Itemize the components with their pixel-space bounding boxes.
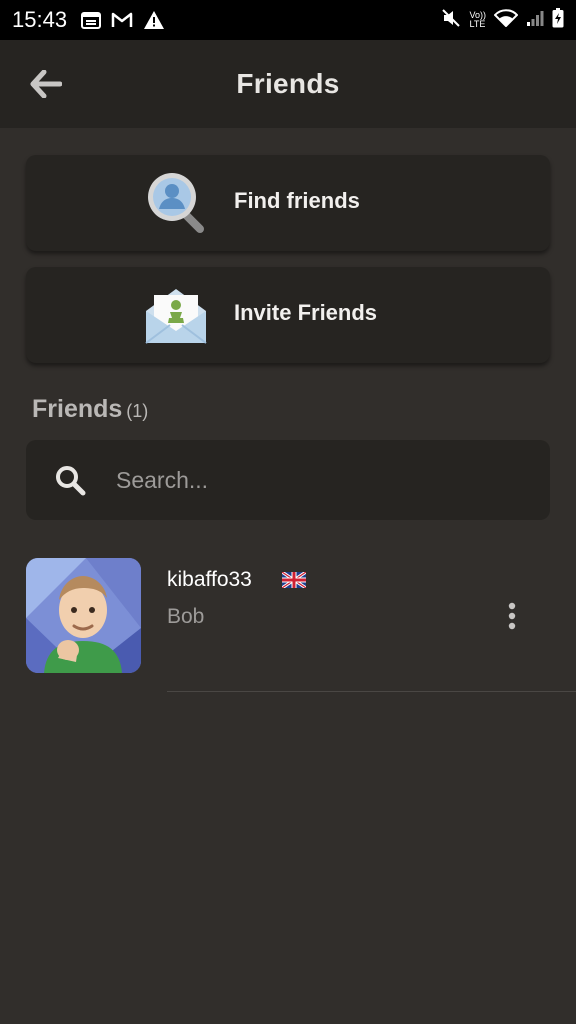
friend-username: kibaffo33 [167,568,252,591]
app-bar: Friends [0,40,576,128]
avatar[interactable] [26,558,141,673]
friends-count: (1) [126,401,149,421]
signal-icon [526,9,544,32]
search-icon [54,464,86,496]
page-title: Friends [236,68,340,99]
calendar-icon [81,11,102,29]
find-friends-button[interactable]: Find friends [26,155,550,251]
friends-section-label: Friends [32,395,123,423]
gmail-icon [111,11,133,29]
status-bar: 15:43 Vo)) LTE [0,0,576,40]
search-input[interactable] [116,458,526,502]
battery-icon [552,7,564,33]
invite-friends-label: Invite Friends [234,300,378,325]
search-box[interactable] [26,440,550,520]
volte-icon: Vo)) LTE [469,11,486,29]
status-time: 15:43 [12,7,68,32]
find-friends-label: Find friends [234,188,360,213]
back-arrow-icon [30,70,62,98]
more-options-button[interactable] [496,596,528,636]
mute-icon [441,8,461,33]
invite-friends-button[interactable]: Invite Friends [26,267,550,363]
back-button[interactable] [28,66,64,102]
friend-list-item[interactable]: kibaffo33 Bob [0,556,576,692]
wifi-icon [493,8,519,32]
uk-flag-icon [281,570,307,590]
friend-real-name: Bob [167,605,205,628]
kebab-menu-icon [508,602,516,630]
envelope-pawn-icon [142,281,210,349]
divider [167,691,576,692]
magnifier-person-icon [142,169,210,237]
volte-bottom-label: LTE [469,19,486,29]
friends-section-title: Friends (1) [32,395,148,424]
warning-icon [143,10,165,30]
